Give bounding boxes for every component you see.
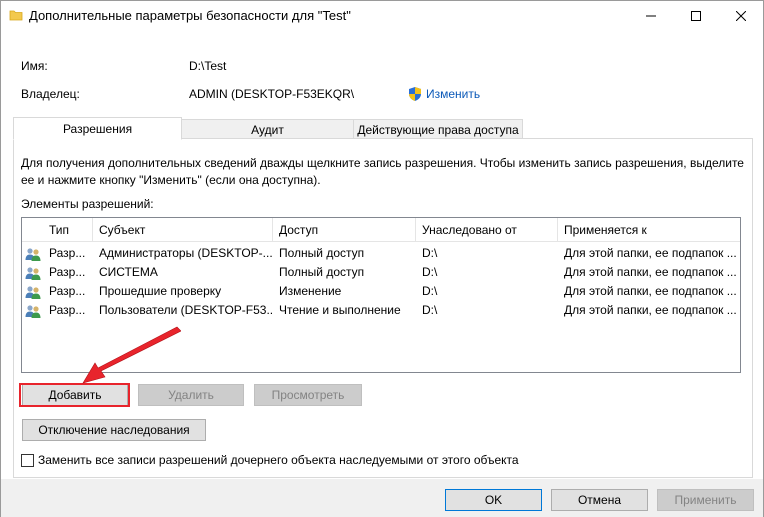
disable-inheritance-button[interactable]: Отключение наследования (22, 419, 206, 441)
cell-inherited: D:\ (422, 284, 438, 298)
dialog-footer (1, 479, 763, 517)
cell-inherited: D:\ (422, 265, 438, 279)
table-row[interactable]: Разр... СИСТЕМА Полный доступ D:\ Для эт… (22, 263, 740, 282)
table-row[interactable]: Разр... Прошедшие проверку Изменение D:\… (22, 282, 740, 301)
cell-applies: Для этой папки, ее подпапок ... (564, 303, 737, 317)
column-subject[interactable]: Субъект (93, 218, 273, 242)
cell-access: Изменение (279, 284, 342, 298)
cell-subject: Пользователи (DESKTOP-F53... (99, 303, 273, 317)
users-icon (25, 305, 41, 318)
cell-inherited: D:\ (422, 303, 438, 317)
name-label: Имя: (21, 59, 48, 73)
change-owner-link[interactable]: Изменить (407, 86, 480, 102)
maximize-button[interactable] (673, 1, 718, 31)
users-icon (25, 286, 41, 299)
owner-value: ADMIN (DESKTOP-F53EKQR\ (189, 87, 355, 101)
column-type[interactable]: Тип (43, 218, 93, 242)
replace-child-permissions-row[interactable]: Заменить все записи разрешений дочернего… (21, 453, 519, 467)
cancel-button[interactable]: Отмена (551, 489, 648, 511)
cell-access: Полный доступ (279, 265, 365, 279)
cell-applies: Для этой папки, ее подпапок ... (564, 284, 737, 298)
name-value: D:\Test (189, 59, 227, 73)
replace-child-permissions-label: Заменить все записи разрешений дочернего… (38, 453, 519, 467)
cell-access: Полный доступ (279, 246, 365, 260)
permission-entries-label: Элементы разрешений: (21, 197, 154, 211)
users-icon (25, 248, 41, 261)
folder-icon (9, 10, 23, 21)
cell-subject: Администраторы (DESKTOP-... (99, 246, 273, 260)
cell-type: Разр... (49, 303, 86, 317)
minimize-button[interactable] (628, 1, 673, 31)
remove-button[interactable]: Удалить (138, 384, 244, 406)
table-row[interactable]: Разр... Администраторы (DESKTOP-... Полн… (22, 244, 740, 263)
owner-label: Владелец: (21, 87, 80, 101)
ok-button[interactable]: OK (445, 489, 542, 511)
minimize-icon (645, 15, 656, 17)
change-owner-label: Изменить (426, 87, 481, 101)
users-icon (25, 267, 41, 280)
cell-inherited: D:\ (422, 246, 438, 260)
column-inherited[interactable]: Унаследовано от (416, 218, 558, 242)
uac-shield-icon (409, 87, 421, 101)
permission-entries-list[interactable]: Тип Субъект Доступ Унаследовано от Приме… (21, 217, 741, 373)
cell-applies: Для этой папки, ее подпапок ... (564, 246, 737, 260)
help-text: Для получения дополнительных сведений дв… (21, 156, 744, 187)
cell-type: Разр... (49, 265, 86, 279)
window-title: Дополнительные параметры безопасности дл… (29, 8, 351, 23)
maximize-icon (690, 11, 701, 21)
cell-applies: Для этой папки, ее подпапок ... (564, 265, 737, 279)
tab-audit[interactable]: Аудит (181, 119, 354, 139)
close-button[interactable] (718, 1, 763, 31)
table-row[interactable]: Разр... Пользователи (DESKTOP-F53... Чте… (22, 301, 740, 320)
title-bar: Дополнительные параметры безопасности дл… (1, 1, 763, 31)
apply-button[interactable]: Применить (657, 489, 754, 511)
tab-permissions[interactable]: Разрешения (13, 117, 182, 140)
replace-child-permissions-checkbox[interactable] (21, 453, 34, 467)
cell-type: Разр... (49, 246, 86, 260)
tab-effective-access[interactable]: Действующие права доступа (353, 119, 523, 139)
cell-type: Разр... (49, 284, 86, 298)
column-applies[interactable]: Применяется к (558, 218, 740, 242)
add-button[interactable]: Добавить (22, 384, 128, 406)
view-button[interactable]: Просмотреть (254, 384, 362, 406)
cell-subject: Прошедшие проверку (99, 284, 222, 298)
security-dialog: Дополнительные параметры безопасности дл… (0, 0, 764, 517)
column-access[interactable]: Доступ (273, 218, 416, 242)
close-icon (735, 11, 746, 21)
cell-access: Чтение и выполнение (279, 303, 401, 317)
list-header: Тип Субъект Доступ Унаследовано от Приме… (22, 218, 740, 242)
cell-subject: СИСТЕМА (99, 265, 158, 279)
